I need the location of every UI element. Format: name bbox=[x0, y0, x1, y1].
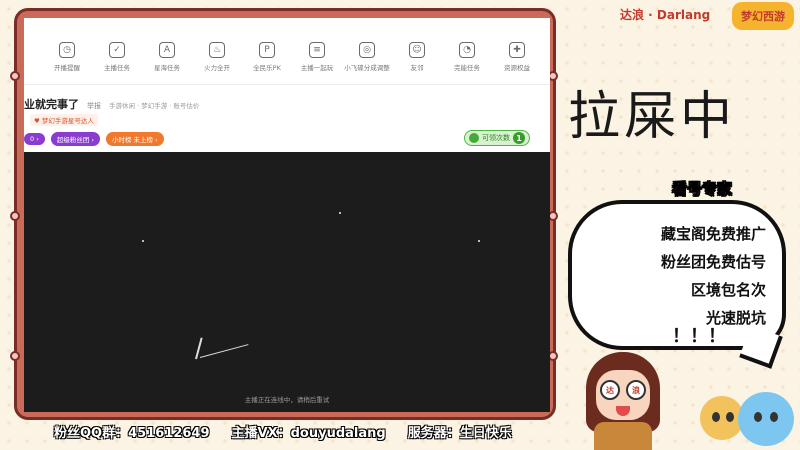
bubble-line: 藏宝阁免费推广 bbox=[660, 225, 766, 243]
exclaim-marks: ！！！ bbox=[672, 326, 726, 347]
nav-item-full-power[interactable]: ♨ 火力全开 bbox=[192, 42, 242, 84]
nav-divider bbox=[24, 84, 550, 85]
nav-item-pk[interactable]: P 全民乐PK bbox=[242, 42, 292, 84]
rank-tag-icon: ♥ bbox=[34, 117, 40, 125]
star-dot bbox=[478, 240, 480, 242]
level-pill[interactable]: 0 › bbox=[24, 133, 45, 145]
top-icon-nav: ◷ 开播提醒 ✓ 主播任务 A 星海任务 ♨ 火力全开 P 全民乐PK ≡ 主播… bbox=[24, 18, 550, 84]
frame-bead-icon bbox=[10, 211, 20, 221]
video-status-text: 主播正在连线中，请稍后重试 bbox=[244, 396, 330, 404]
video-player[interactable] bbox=[24, 152, 550, 412]
flame-icon: ♨ bbox=[209, 42, 225, 58]
bubble-header: 看号专家 bbox=[672, 180, 733, 199]
blue-mascot bbox=[738, 392, 794, 446]
nav-item-play-together[interactable]: ≡ 主播一起玩 bbox=[292, 42, 342, 84]
bubble-lines: 藏宝阁免费推广 粉丝团免费估号 区境包名次 光速脱坑 bbox=[596, 220, 766, 332]
ad-icon: A bbox=[159, 42, 175, 58]
nav-item-star-tasks[interactable]: A 星海任务 bbox=[142, 42, 192, 84]
bubble-line: 粉丝团免费估号 bbox=[660, 253, 766, 271]
avatar-eye-right: 浪 bbox=[626, 380, 646, 400]
stream-page: ◷ 开播提醒 ✓ 主播任务 A 星海任务 ♨ 火力全开 P 全民乐PK ≡ 主播… bbox=[24, 18, 550, 412]
nav-item-streamer-tasks[interactable]: ✓ 主播任务 bbox=[92, 42, 142, 84]
streamer-brand: 达浪 · Darlang bbox=[620, 8, 711, 22]
hour-rank-pill[interactable]: 小时榜 未上榜 › bbox=[105, 132, 164, 146]
clipboard-icon: ≡ bbox=[309, 42, 325, 58]
nav-item-resource-rights[interactable]: ✚ 资源权益 bbox=[492, 42, 542, 84]
gauge-icon: ◔ bbox=[459, 42, 475, 58]
game-logo: 梦幻西游 bbox=[732, 2, 794, 30]
nav-item-stream-reminder[interactable]: ◷ 开播提醒 bbox=[42, 42, 92, 84]
server-info: 服务器：生日快乐 bbox=[407, 426, 512, 441]
rank-tag[interactable]: ♥ 梦幻手游星号达人 bbox=[30, 114, 98, 126]
gift-icon bbox=[469, 133, 479, 143]
frame-bead-icon bbox=[10, 71, 20, 81]
avatar-eye-left: 达 bbox=[600, 380, 620, 400]
frame-bead-icon bbox=[10, 351, 20, 361]
friends-icon: ☺ bbox=[409, 42, 425, 58]
fans-club-pill[interactable]: 超级粉丝团 › bbox=[50, 132, 100, 146]
bubble-line: 区境包名次 bbox=[690, 281, 766, 299]
room-title: 业就完事了 bbox=[24, 98, 79, 111]
nav-item-ufo-share[interactable]: ◎ 小飞碟分成调整 bbox=[342, 42, 392, 84]
fan-group-info: 粉丝QQ群：451612649 bbox=[54, 426, 210, 441]
meteor-streak bbox=[199, 344, 249, 358]
mascot-eye bbox=[770, 412, 778, 422]
avatar-body bbox=[594, 422, 652, 450]
streamer-avatar: 达 浪 bbox=[586, 352, 660, 450]
vx-info: 主播VX：douyudalang bbox=[231, 426, 386, 441]
gamepad-icon: ✚ bbox=[509, 42, 525, 58]
collect-count-badge[interactable]: 可领次数 1 bbox=[464, 130, 530, 146]
streamer-status: 拉屎中 bbox=[568, 87, 737, 147]
alarm-clock-icon: ◷ bbox=[59, 42, 75, 58]
room-title-row: 业就完事了 举报 手游休闲 · 梦幻手游 · 账号估价 bbox=[24, 96, 199, 112]
ufo-icon: ◎ bbox=[359, 42, 375, 58]
mascot-eye bbox=[754, 412, 762, 422]
nav-item-ability-tasks[interactable]: ◔ 完能任务 bbox=[442, 42, 492, 84]
report-link[interactable]: 举报 bbox=[87, 101, 101, 111]
nav-item-friends[interactable]: ☺ 友邻 bbox=[392, 42, 442, 84]
room-tags[interactable]: 手游休闲 · 梦幻手游 · 账号估价 bbox=[109, 100, 199, 110]
star-dot bbox=[339, 212, 341, 214]
task-list-icon: ✓ bbox=[109, 42, 125, 58]
info-bar: 粉丝QQ群：451612649 主播VX：douyudalang 服务器：生日快… bbox=[54, 422, 512, 441]
mascot-eye bbox=[726, 412, 734, 422]
mascot-eye bbox=[712, 412, 720, 422]
pk-icon: P bbox=[259, 42, 275, 58]
star-dot bbox=[142, 240, 144, 242]
